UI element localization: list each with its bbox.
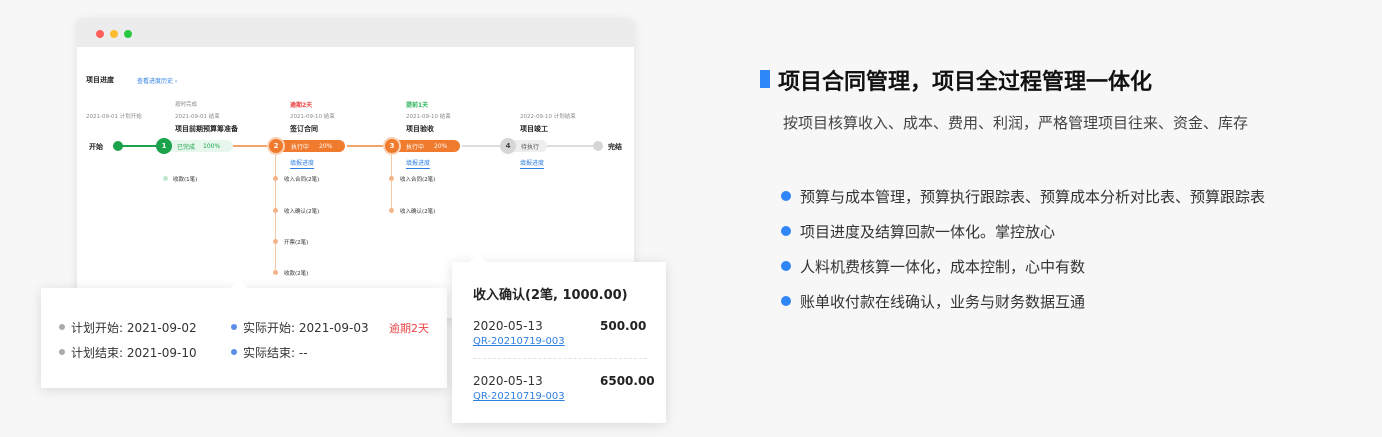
sub-item-dot (389, 176, 394, 181)
stage2-state: 执行中 (291, 143, 310, 151)
stage1-state: 已完成 (177, 143, 196, 151)
stage2-sub-item[interactable]: 收款(2笔) (284, 269, 308, 277)
plan-start-text: 计划开始: 2021-09-02 (71, 321, 197, 335)
actual-start-text: 实际开始: 2021-09-03 (243, 321, 369, 335)
stage1-percent: 100% (203, 142, 221, 150)
stage1-date: 2021-09-01 结束 (175, 114, 220, 120)
income-row-date: 2020-05-13 (473, 319, 543, 333)
stage3-state: 执行中 (406, 143, 425, 151)
timeline-end-label: 完结 (608, 143, 622, 151)
actual-end-text: 实际结束: -- (243, 346, 308, 360)
feature-bullet: 账单收付款在线确认，业务与财务数据互通 (800, 293, 1086, 311)
stage1-sub-item[interactable]: 收款(1笔) (173, 175, 197, 183)
feature-bullet: 项目进度及结算回款一体化。掌控放心 (800, 223, 1056, 241)
stage3-sub-item[interactable]: 收入合同(2笔) (400, 175, 435, 183)
minimize-window-icon[interactable] (110, 30, 118, 38)
stage2-status-top: 逾期2天 (290, 102, 313, 109)
bullet-dot (781, 261, 791, 271)
timeline-segment (462, 145, 502, 147)
feature-bullet: 预算与成本管理，预算执行跟踪表、预算成本分析对比表、预算跟踪表 (800, 188, 1266, 206)
income-confirm-popup: 收入确认(2笔, 1000.00) 2020-05-13 500.00 QR-2… (452, 253, 666, 423)
income-popup-title: 收入确认(2笔, 1000.00) (473, 288, 628, 303)
bullet-dot (781, 226, 791, 236)
sub-item-dot (273, 270, 278, 275)
sub-item-dot (273, 239, 278, 244)
income-row-ref-link[interactable]: QR-20210719-003 (473, 391, 565, 402)
sub-item-dot (163, 176, 168, 181)
stage1-status-top: 按时完成 (175, 102, 198, 108)
stage2-connector (275, 155, 276, 273)
maximize-window-icon[interactable] (124, 30, 132, 38)
feature-title: 项目合同管理，项目全过程管理一体化 (778, 70, 1153, 95)
plan-date-popup: 计划开始: 2021-09-02 实际开始: 2021-09-03 逾期2天 计… (41, 279, 447, 388)
timeline-segment (547, 145, 597, 147)
income-row-amount: 6500.00 (600, 374, 655, 388)
sub-item-dot (273, 208, 278, 213)
feature-bullet: 人料机费核算一体化，成本控制，心中有数 (800, 258, 1086, 276)
income-row-ref-link[interactable]: QR-20210719-003 (473, 336, 565, 347)
section-title: 项目进度 (86, 76, 114, 84)
bullet-dot (781, 296, 791, 306)
timeline-segment (232, 145, 272, 147)
stage3-sub-item[interactable]: 收入确认(2笔) (400, 207, 435, 215)
stage2-title: 签订合同 (290, 125, 318, 133)
plan-start-dot (59, 324, 65, 330)
stage1-plan-start: 2021-09-01 计划开始 (86, 114, 142, 120)
history-link[interactable]: 查看进度历史 › (137, 76, 177, 85)
income-row-amount: 500.00 (600, 319, 647, 333)
stage2-percent: 20% (319, 142, 333, 150)
window-titlebar (77, 18, 634, 47)
row-divider (473, 358, 647, 359)
stage3-status-top: 提前1天 (406, 102, 429, 109)
income-row-date: 2020-05-13 (473, 374, 543, 388)
stage2-sub-item[interactable]: 收入确认(2笔) (284, 207, 319, 215)
timeline-start-node (113, 141, 123, 151)
title-accent-bar (760, 70, 770, 88)
plan-end-dot (59, 349, 65, 355)
timeline-end-node (593, 141, 603, 151)
stage4-state: 待执行 (521, 143, 540, 151)
stage3-date: 2021-09-10 结束 (406, 114, 451, 120)
bullet-dot (781, 191, 791, 201)
stage3-node[interactable]: 3 (383, 137, 401, 155)
stage3-report-link[interactable]: 填报进度 (406, 158, 431, 169)
stage4-title: 项目竣工 (520, 125, 548, 133)
stage1-node[interactable]: 1 (156, 138, 172, 154)
sub-item-dot (273, 176, 278, 181)
stage2-node[interactable]: 2 (267, 137, 285, 155)
stage2-date: 2021-09-10 结束 (290, 114, 335, 120)
timeline-segment (347, 145, 387, 147)
plan-end-text: 计划结束: 2021-09-10 (71, 346, 197, 360)
actual-start-dot (231, 324, 237, 330)
sub-item-dot (389, 208, 394, 213)
stage2-report-link[interactable]: 填报进度 (290, 158, 315, 169)
actual-end-dot (231, 349, 237, 355)
stage3-title: 项目验收 (406, 125, 434, 133)
stage3-percent: 20% (434, 142, 448, 150)
stage2-sub-item[interactable]: 开票(2笔) (284, 238, 308, 246)
stage3-connector (391, 155, 392, 210)
close-window-icon[interactable] (96, 30, 104, 38)
stage4-report-link[interactable]: 填报进度 (520, 158, 545, 169)
stage4-node[interactable]: 4 (500, 138, 516, 154)
stage4-date: 2022-09-10 计划结束 (520, 114, 576, 120)
stage2-sub-item[interactable]: 收入合同(2笔) (284, 175, 319, 183)
feature-subtitle: 按项目核算收入、成本、费用、利润，严格管理项目往来、资金、库存 (783, 114, 1249, 132)
stage1-title: 项目前期预算筹准备 (175, 125, 238, 133)
timeline-start-label: 开始 (89, 143, 103, 151)
overdue-badge: 逾期2天 (389, 322, 429, 335)
